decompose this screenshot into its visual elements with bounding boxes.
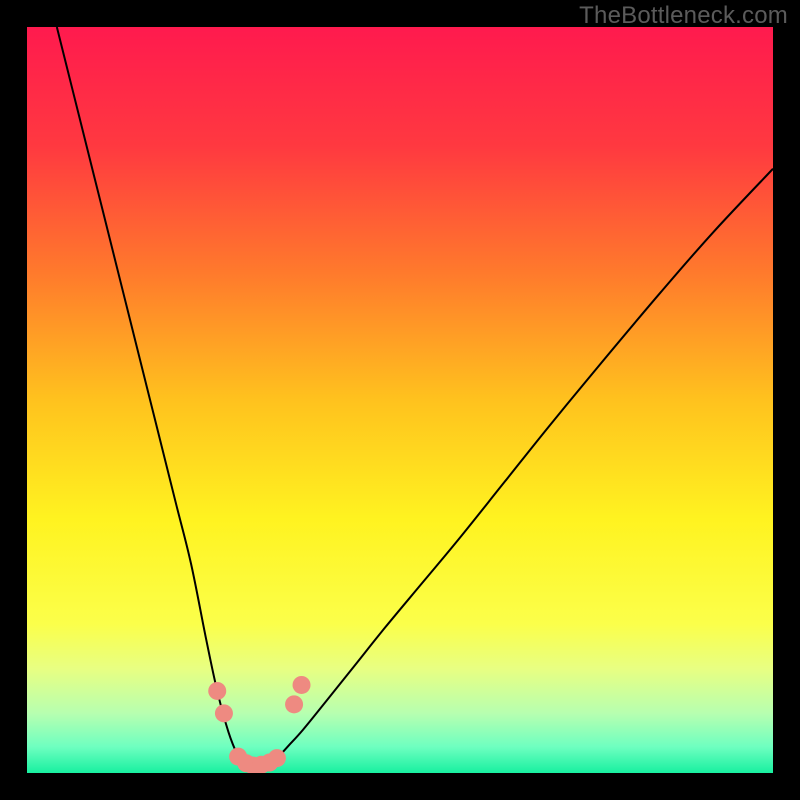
highlight-point [268, 749, 286, 767]
highlight-point [285, 695, 303, 713]
bottleneck-chart [27, 27, 773, 773]
highlight-point [208, 682, 226, 700]
chart-frame: TheBottleneck.com [0, 0, 800, 800]
plot-area [27, 27, 773, 773]
chart-background [27, 27, 773, 773]
watermark-text: TheBottleneck.com [579, 2, 788, 30]
highlight-point [293, 676, 311, 694]
highlight-point [215, 704, 233, 722]
